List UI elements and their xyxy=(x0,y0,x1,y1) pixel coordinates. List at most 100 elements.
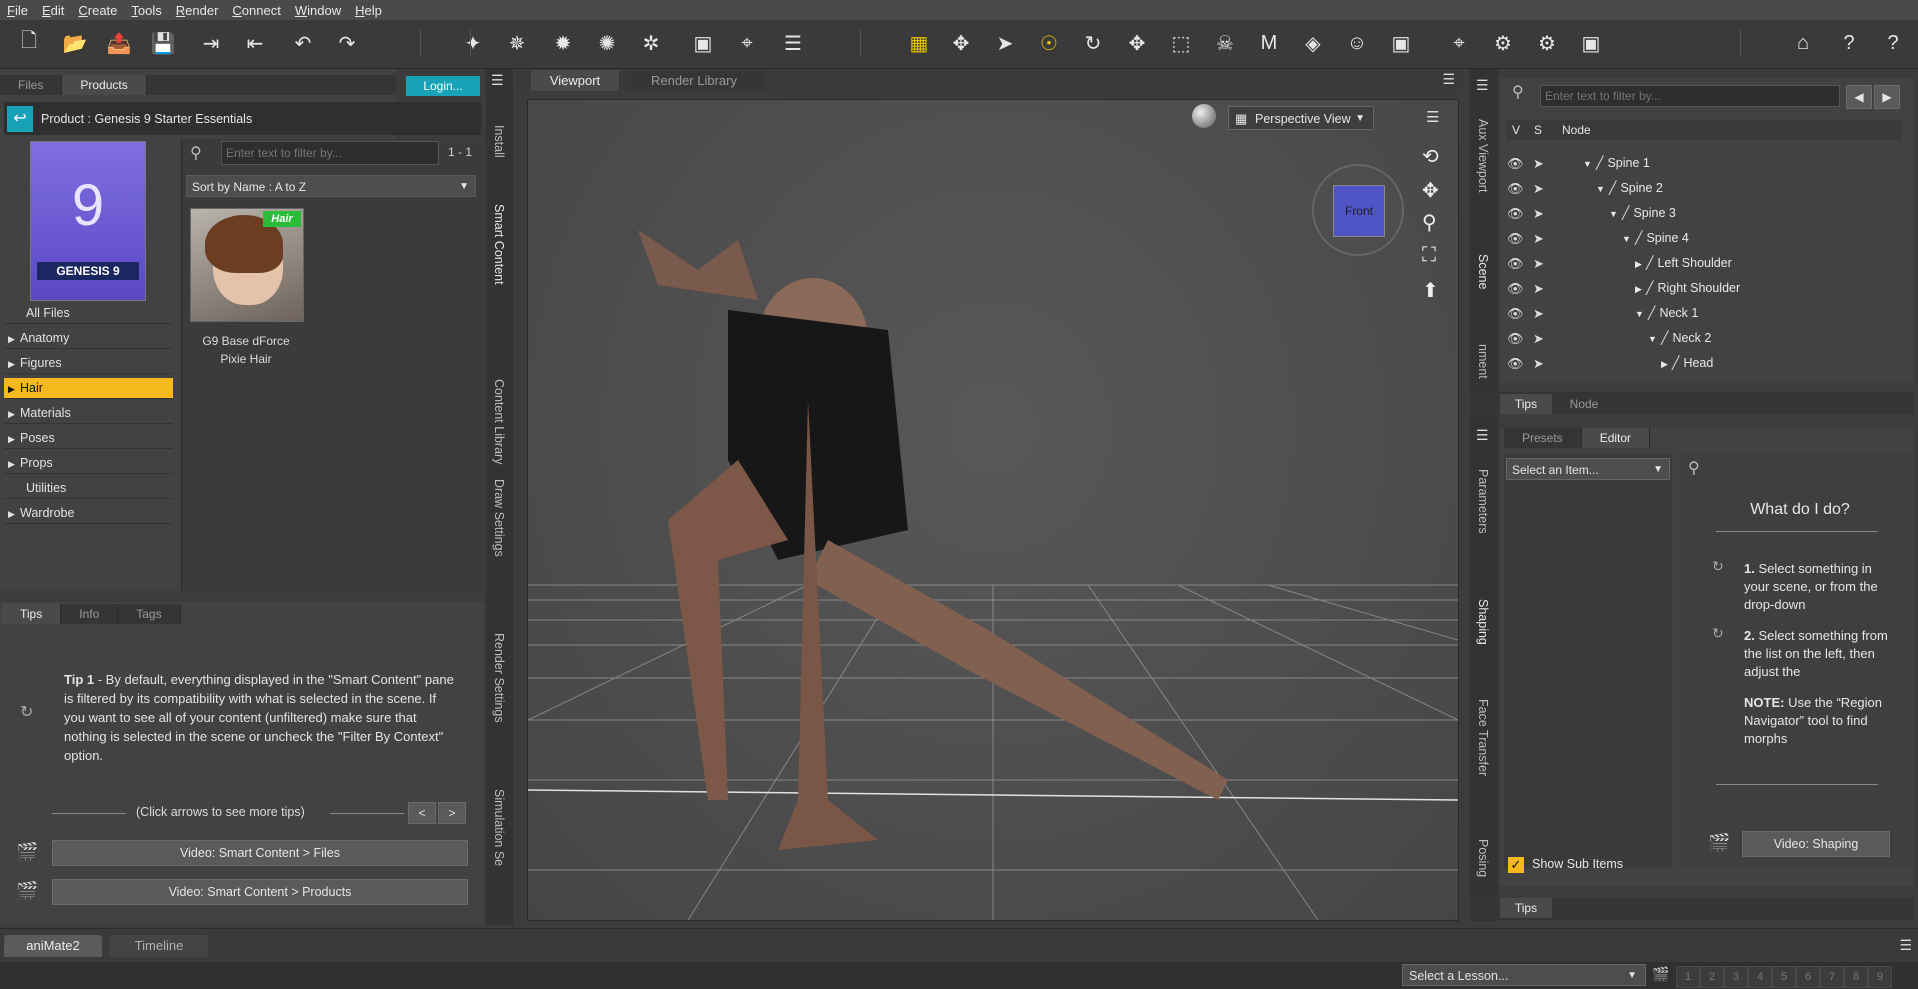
render-camera-icon[interactable]: ▣ xyxy=(1576,28,1606,58)
camera-tool-icon[interactable]: ▣ xyxy=(1386,28,1416,58)
export-icon[interactable]: ⇤ xyxy=(240,28,270,58)
vtab-shaping[interactable]: Shaping xyxy=(1476,599,1490,645)
scene-node-row[interactable]: 👁 ➤ ▼ ╱ Spine 4 xyxy=(1503,226,1899,251)
node-selection-icon[interactable]: ➤ xyxy=(990,28,1020,58)
open-file-icon[interactable]: 📂 xyxy=(60,28,90,58)
expand-arrow-icon[interactable]: ▶ xyxy=(1635,259,1642,269)
collapse-right-button[interactable]: ▶ xyxy=(1874,85,1900,109)
import-icon[interactable]: ⇥ xyxy=(196,28,226,58)
geometry-editor-icon[interactable]: ◈ xyxy=(1298,28,1328,58)
collapse-arrow-icon[interactable]: ▼ xyxy=(1635,309,1644,319)
tab-render-library[interactable]: Render Library xyxy=(625,70,763,91)
back-arrow-icon[interactable]: ↩ xyxy=(7,105,33,132)
tab-viewport[interactable]: Viewport xyxy=(531,70,619,91)
menu-create[interactable]: Create xyxy=(71,3,124,18)
selectable-icon[interactable]: ➤ xyxy=(1533,326,1544,351)
lesson-page-button[interactable]: 4 xyxy=(1748,966,1772,988)
lesson-page-button[interactable]: 1 xyxy=(1676,966,1700,988)
lesson-page-button[interactable]: 8 xyxy=(1844,966,1868,988)
undo-icon[interactable]: ↶ xyxy=(288,28,318,58)
linear-point-light-icon[interactable]: ✲ xyxy=(636,28,666,58)
joint-editor-icon[interactable]: ☠ xyxy=(1210,28,1240,58)
create-node-icon[interactable]: ⌖ xyxy=(732,28,762,58)
scene-node-row[interactable]: 👁 ➤ ▼ ╱ Spine 2 xyxy=(1503,176,1899,201)
scene-node-row[interactable]: 👁 ➤ ▼ ╱ Spine 3 xyxy=(1503,201,1899,226)
vtab-render-settings[interactable]: Render Settings xyxy=(492,633,506,723)
viewport-canvas[interactable]: ▦ Perspective View ▼ ☰ Front ⟲ ✥ ⚲ ⛶ ⬆ xyxy=(527,99,1459,921)
collapse-arrow-icon[interactable]: ▼ xyxy=(1596,184,1605,194)
view-cube-face[interactable]: Front xyxy=(1333,185,1385,237)
tab-editor[interactable]: Editor xyxy=(1581,428,1651,448)
vtab-face-transfer[interactable]: Face Transfer xyxy=(1476,699,1490,776)
eye-icon[interactable]: 👁 xyxy=(1507,151,1524,176)
morph-tool-icon[interactable]: M xyxy=(1254,28,1284,58)
menu-file[interactable]: File xyxy=(0,3,35,18)
zoom-icon[interactable]: ⚲ xyxy=(1422,210,1437,235)
product-item[interactable]: Hair xyxy=(190,208,304,322)
surface-selection-icon[interactable]: ⌖ xyxy=(1444,28,1474,58)
tab-timeline[interactable]: Timeline xyxy=(110,935,208,957)
selectable-icon[interactable]: ➤ xyxy=(1533,351,1544,376)
sort-dropdown[interactable]: Sort by Name : A to Z ▼ xyxy=(186,175,476,197)
lesson-dropdown[interactable]: Select a Lesson... ▼ xyxy=(1402,964,1646,986)
scene-filter-input[interactable] xyxy=(1540,85,1840,107)
vtab-draw-settings[interactable]: Draw Settings xyxy=(492,479,506,557)
frame-icon[interactable]: ⛶ xyxy=(1422,244,1436,267)
vtab-smart-content[interactable]: Smart Content xyxy=(492,204,506,285)
selectable-icon[interactable]: ➤ xyxy=(1533,276,1544,301)
eye-icon[interactable]: 👁 xyxy=(1507,326,1524,351)
scene-node-row[interactable]: 👁 ➤ ▶ ╱ Right Shoulder xyxy=(1503,276,1899,301)
save-icon[interactable]: 💾 xyxy=(148,28,178,58)
orbit-icon[interactable]: ⟲ xyxy=(1422,144,1439,169)
collapse-arrow-icon[interactable]: ▼ xyxy=(1648,334,1657,344)
show-sub-items-checkbox[interactable]: ✓ xyxy=(1508,857,1524,873)
redo-icon[interactable]: ↷ xyxy=(332,28,362,58)
selectable-icon[interactable]: ➤ xyxy=(1533,301,1544,326)
vtab-content-library[interactable]: Content Library xyxy=(492,379,506,464)
menu-render[interactable]: Render xyxy=(169,3,226,18)
select-item-dropdown[interactable]: Select an Item... ▼ xyxy=(1506,458,1670,480)
render-settings-gear-icon[interactable]: ⚙ xyxy=(1488,28,1518,58)
tab-files[interactable]: Files xyxy=(0,75,63,95)
figure-setup-icon[interactable]: ☺ xyxy=(1342,28,1372,58)
selectable-icon[interactable]: ➤ xyxy=(1533,151,1544,176)
render-icon[interactable]: ⚙ xyxy=(1532,28,1562,58)
category-utilities[interactable]: Utilities xyxy=(4,478,173,499)
vtab-aux-viewport[interactable]: Aux Viewport xyxy=(1476,119,1490,192)
collapse-arrow-icon[interactable]: ▼ xyxy=(1622,234,1631,244)
selectable-icon[interactable]: ➤ xyxy=(1533,201,1544,226)
scene-node-row[interactable]: 👁 ➤ ▶ ╱ Head xyxy=(1503,351,1899,376)
pane-menu-icon[interactable]: ☰ xyxy=(491,72,504,89)
tab-scene-tips[interactable]: Tips xyxy=(1500,394,1552,414)
menu-window[interactable]: Window xyxy=(288,3,348,18)
lesson-page-button[interactable]: 9 xyxy=(1868,966,1892,988)
selectable-icon[interactable]: ➤ xyxy=(1533,226,1544,251)
category-wardrobe[interactable]: ▶ Wardrobe xyxy=(4,503,173,524)
distant-light-icon[interactable]: ✺ xyxy=(592,28,622,58)
merge-icon[interactable]: 📤 xyxy=(104,28,134,58)
create-primitive-icon[interactable]: ▣ xyxy=(688,28,718,58)
eye-icon[interactable]: 👁 xyxy=(1507,251,1524,276)
next-tip-button[interactable]: > xyxy=(438,802,466,824)
tab-tags[interactable]: Tags xyxy=(118,604,181,624)
lesson-page-button[interactable]: 7 xyxy=(1820,966,1844,988)
col-node[interactable]: Node xyxy=(1562,120,1591,140)
scale-tool-icon[interactable]: ⬚ xyxy=(1166,28,1196,58)
point-light-icon[interactable]: ✹ xyxy=(548,28,578,58)
scene-node-row[interactable]: 👁 ➤ ▼ ╱ Spine 1 xyxy=(1503,151,1899,176)
vtab-nment[interactable]: nment xyxy=(1476,344,1490,379)
tab-animate2[interactable]: aniMate2 xyxy=(4,935,102,957)
menu-help[interactable]: Help xyxy=(348,3,389,18)
viewport-sphere-icon[interactable] xyxy=(1192,104,1216,128)
create-new-figure-icon[interactable]: ✦ xyxy=(458,28,488,58)
scene-node-row[interactable]: 👁 ➤ ▶ ╱ Left Shoulder xyxy=(1503,251,1899,276)
category-props[interactable]: ▶ Props xyxy=(4,453,173,474)
menu-edit[interactable]: Edit xyxy=(35,3,71,18)
scene-node-row[interactable]: 👁 ➤ ▼ ╱ Neck 1 xyxy=(1503,301,1899,326)
category-figures[interactable]: ▶ Figures xyxy=(4,353,173,374)
viewport-menu-icon[interactable]: ☰ xyxy=(1426,108,1439,126)
expand-arrow-icon[interactable]: ▶ xyxy=(1661,359,1668,369)
rotate-tool-icon[interactable]: ↻ xyxy=(1078,28,1108,58)
daz-central-icon[interactable]: ⌂ xyxy=(1788,28,1818,58)
lesson-page-button[interactable]: 2 xyxy=(1700,966,1724,988)
